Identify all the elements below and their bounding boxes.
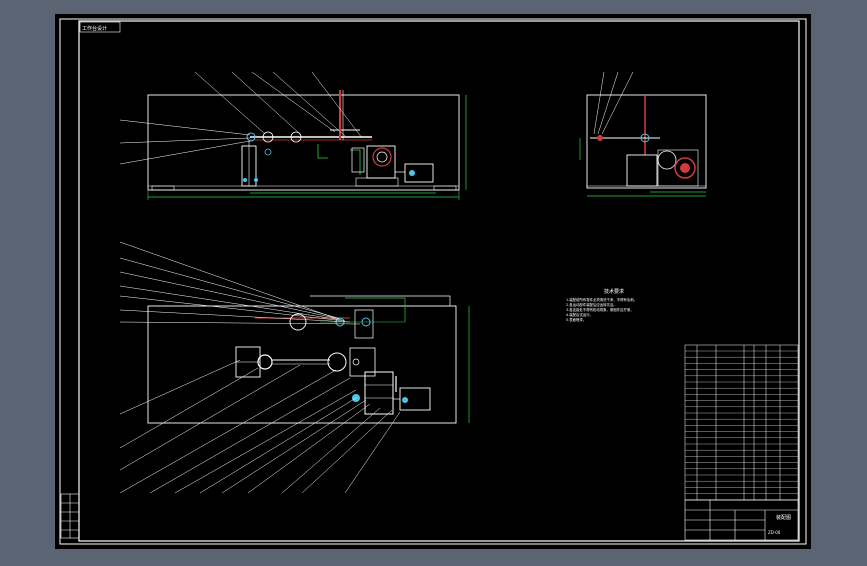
title-block-name: 装配图 <box>776 514 791 521</box>
note-line-3: 3.各连接处不得有松动现象，紧固件应拧紧。 <box>566 307 634 312</box>
note-line-1: 1.装配前所有零件必须清洗干净，不得有毛刺。 <box>566 297 637 302</box>
drawing-canvas: 工作台设计 技术要求 1.装配前所有零件必须清洗干净，不得有毛刺。 2.各运动部… <box>55 14 811 549</box>
note-line-2: 2.各运动部件装配后应运转灵活。 <box>566 302 617 307</box>
title-block-drawing-no: ZD-00 <box>768 530 781 535</box>
cad-viewport[interactable]: 工作台设计 技术要求 1.装配前所有零件必须清洗干净，不得有毛刺。 2.各运动部… <box>0 0 867 562</box>
note-line-4: 4.装配后试运行。 <box>566 312 593 317</box>
drawing-tag-text: 工作台设计 <box>82 25 107 32</box>
note-line-5: 5.表面喷漆。 <box>566 317 586 322</box>
notes-title: 技术要求 <box>604 288 624 295</box>
